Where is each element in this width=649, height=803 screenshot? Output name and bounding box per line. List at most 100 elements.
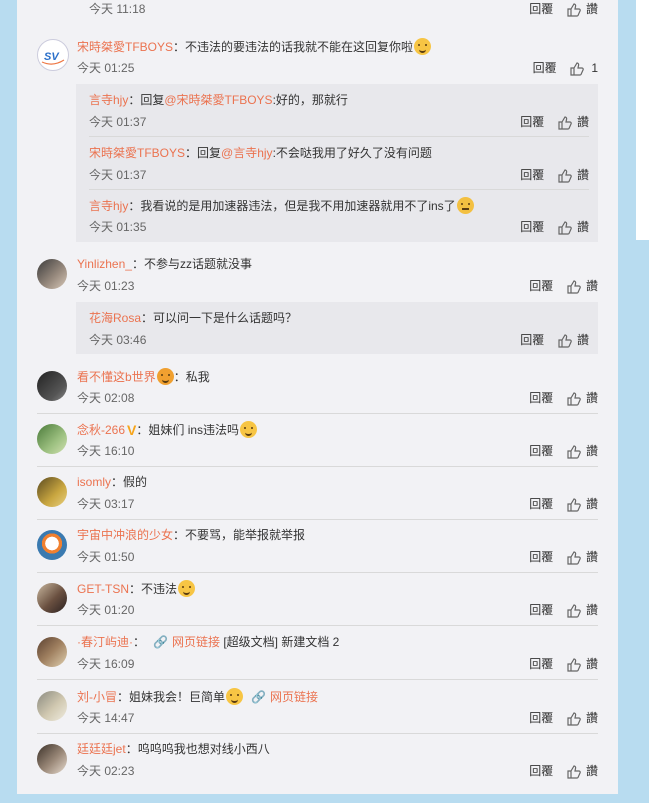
username-link[interactable]: isomly bbox=[77, 475, 111, 489]
reply-button[interactable]: 回覆 bbox=[529, 391, 553, 405]
like-button[interactable] bbox=[558, 333, 572, 349]
username-link[interactable]: 宋時桀愛TFBOYS bbox=[77, 40, 173, 54]
username-link[interactable]: GET-TSN bbox=[77, 582, 129, 596]
username-link[interactable]: Yinlizhen_ bbox=[77, 257, 132, 271]
reply-actions: 回覆 讚 bbox=[520, 167, 589, 184]
like-label: 讚 bbox=[585, 444, 598, 458]
thumb-up-icon bbox=[558, 334, 572, 348]
comment-item: isomly：假的 今天 03:17 回覆 讚 bbox=[17, 474, 618, 526]
vip-badge: V bbox=[127, 422, 137, 438]
comment-text: ： bbox=[133, 635, 146, 649]
reply-button[interactable]: 回覆 bbox=[529, 550, 553, 564]
reply-button[interactable]: 回覆 bbox=[520, 333, 544, 347]
like-button[interactable] bbox=[570, 61, 584, 77]
dark-avatar[interactable] bbox=[37, 371, 67, 401]
reply-button[interactable]: 回覆 bbox=[529, 764, 553, 778]
like-button[interactable] bbox=[567, 444, 581, 460]
comment-time: 今天 01:20 bbox=[77, 603, 135, 617]
reply-button[interactable]: 回覆 bbox=[529, 657, 553, 671]
sv-logo-avatar[interactable]: SV bbox=[37, 39, 69, 71]
web-link[interactable]: 网页链接 bbox=[270, 690, 318, 704]
comment-actions: 回覆 讚 bbox=[529, 602, 598, 619]
comment-item: Yinlizhen_：不参与zz话题就没事 今天 01:23 回覆 讚 花海Ro… bbox=[17, 256, 618, 356]
face-avatar[interactable] bbox=[37, 744, 67, 774]
reply-button[interactable]: 回覆 bbox=[520, 220, 544, 234]
divider bbox=[37, 625, 598, 626]
comment-text: ：不要骂，能举报就举报 bbox=[173, 528, 306, 542]
thumb-up-icon bbox=[567, 3, 581, 17]
reply-button[interactable]: 回覆 bbox=[529, 279, 553, 293]
like-button[interactable] bbox=[567, 657, 581, 673]
reply-time: 今天 01:37 bbox=[89, 115, 147, 129]
comment-text-line: GET-TSN：不违法 bbox=[77, 580, 196, 597]
reply-text: :好的，那就行 bbox=[272, 93, 348, 107]
girl-avatar[interactable] bbox=[37, 259, 67, 289]
comment-item: 宇宙中冲浪的少女：不要骂，能举报就举报 今天 01:50 回覆 讚 bbox=[17, 527, 618, 579]
reply-button[interactable]: 回覆 bbox=[520, 168, 544, 182]
reply-text: :不会哒我用了好久了没有问题 bbox=[272, 146, 432, 160]
reply-prefix: ：回复 bbox=[128, 93, 165, 107]
green-avatar[interactable] bbox=[37, 424, 67, 454]
badge-emoji-icon bbox=[156, 368, 174, 385]
thumb-up-icon bbox=[570, 62, 584, 76]
like-label: 讚 bbox=[576, 168, 589, 182]
like-button[interactable] bbox=[567, 2, 581, 18]
couple-avatar[interactable] bbox=[37, 637, 67, 667]
like-button[interactable] bbox=[567, 550, 581, 566]
boy-avatar[interactable] bbox=[37, 583, 67, 613]
like-label: 讚 bbox=[576, 220, 589, 234]
username-link[interactable]: 宇宙中冲浪的少女 bbox=[77, 528, 173, 542]
cat-avatar[interactable] bbox=[37, 691, 67, 721]
yellow-avatar[interactable] bbox=[37, 477, 67, 507]
web-link[interactable]: 网页链接 bbox=[172, 635, 220, 649]
comment-time: 今天 01:23 bbox=[77, 279, 135, 293]
comment-item: 看不懂这b世界 ：私我 今天 02:08 回覆 讚 bbox=[17, 368, 618, 420]
username-link[interactable]: 刘-小冒 bbox=[77, 690, 117, 704]
username-link[interactable]: 言寺hjy bbox=[89, 199, 128, 213]
like-button[interactable] bbox=[558, 220, 572, 236]
reply-button[interactable]: 回覆 bbox=[529, 711, 553, 725]
like-button[interactable] bbox=[567, 764, 581, 780]
svg-text:SV: SV bbox=[44, 51, 60, 63]
reply-button[interactable]: 回覆 bbox=[533, 61, 557, 75]
like-button[interactable] bbox=[567, 603, 581, 619]
username-link[interactable]: ·春汀屿迪· bbox=[77, 635, 133, 649]
divider bbox=[89, 136, 589, 137]
mention-link[interactable]: @宋時桀愛TFBOYS bbox=[164, 93, 272, 107]
username-link[interactable]: 念秋-266 bbox=[77, 423, 125, 437]
username-link[interactable]: 言寺hjy bbox=[89, 93, 128, 107]
mention-link[interactable]: @言寺hjy bbox=[221, 146, 273, 160]
reply-button[interactable]: 回覆 bbox=[520, 115, 544, 129]
reply-button[interactable]: 回覆 bbox=[529, 603, 553, 617]
comment-text-line: ·春汀屿迪·： 🔗 网页链接 [超级文档] 新建文档 2 bbox=[77, 634, 339, 650]
like-button[interactable] bbox=[567, 711, 581, 727]
comment-text-line: 宇宙中冲浪的少女：不要骂，能举报就举报 bbox=[77, 527, 305, 543]
like-label: 讚 bbox=[585, 764, 598, 778]
thumb-up-icon bbox=[567, 445, 581, 459]
like-button[interactable] bbox=[567, 497, 581, 513]
like-count: 1 bbox=[591, 61, 598, 75]
reply-button[interactable]: 回覆 bbox=[529, 2, 553, 16]
comment-text: ：不违法 bbox=[129, 582, 178, 596]
like-button[interactable] bbox=[567, 391, 581, 407]
thumb-up-icon bbox=[567, 551, 581, 565]
username-link[interactable]: 廷廷廷jet bbox=[77, 742, 126, 756]
reply-button[interactable]: 回覆 bbox=[529, 444, 553, 458]
like-button[interactable] bbox=[558, 168, 572, 184]
like-button[interactable] bbox=[558, 115, 572, 131]
cartoon-avatar[interactable] bbox=[37, 530, 67, 560]
comment-time: 今天 01:50 bbox=[77, 550, 135, 564]
reply-button[interactable]: 回覆 bbox=[529, 497, 553, 511]
divider bbox=[37, 572, 598, 573]
username-link[interactable]: 看不懂这b世界 bbox=[77, 370, 156, 384]
like-button[interactable] bbox=[567, 279, 581, 295]
thumb-up-icon bbox=[558, 116, 572, 130]
reply-text-line: 言寺hjy：回复@宋時桀愛TFBOYS:好的，那就行 bbox=[89, 92, 348, 108]
comment-time: 今天 14:47 bbox=[77, 711, 135, 725]
comment-time: 今天 11:18 bbox=[89, 2, 146, 16]
reply-time: 今天 01:37 bbox=[89, 168, 147, 182]
comment-actions: 回覆 1 bbox=[533, 60, 598, 77]
thumb-up-icon bbox=[567, 604, 581, 618]
username-link[interactable]: 宋時桀愛TFBOYS bbox=[89, 146, 185, 160]
username-link[interactable]: 花海Rosa bbox=[89, 311, 141, 325]
